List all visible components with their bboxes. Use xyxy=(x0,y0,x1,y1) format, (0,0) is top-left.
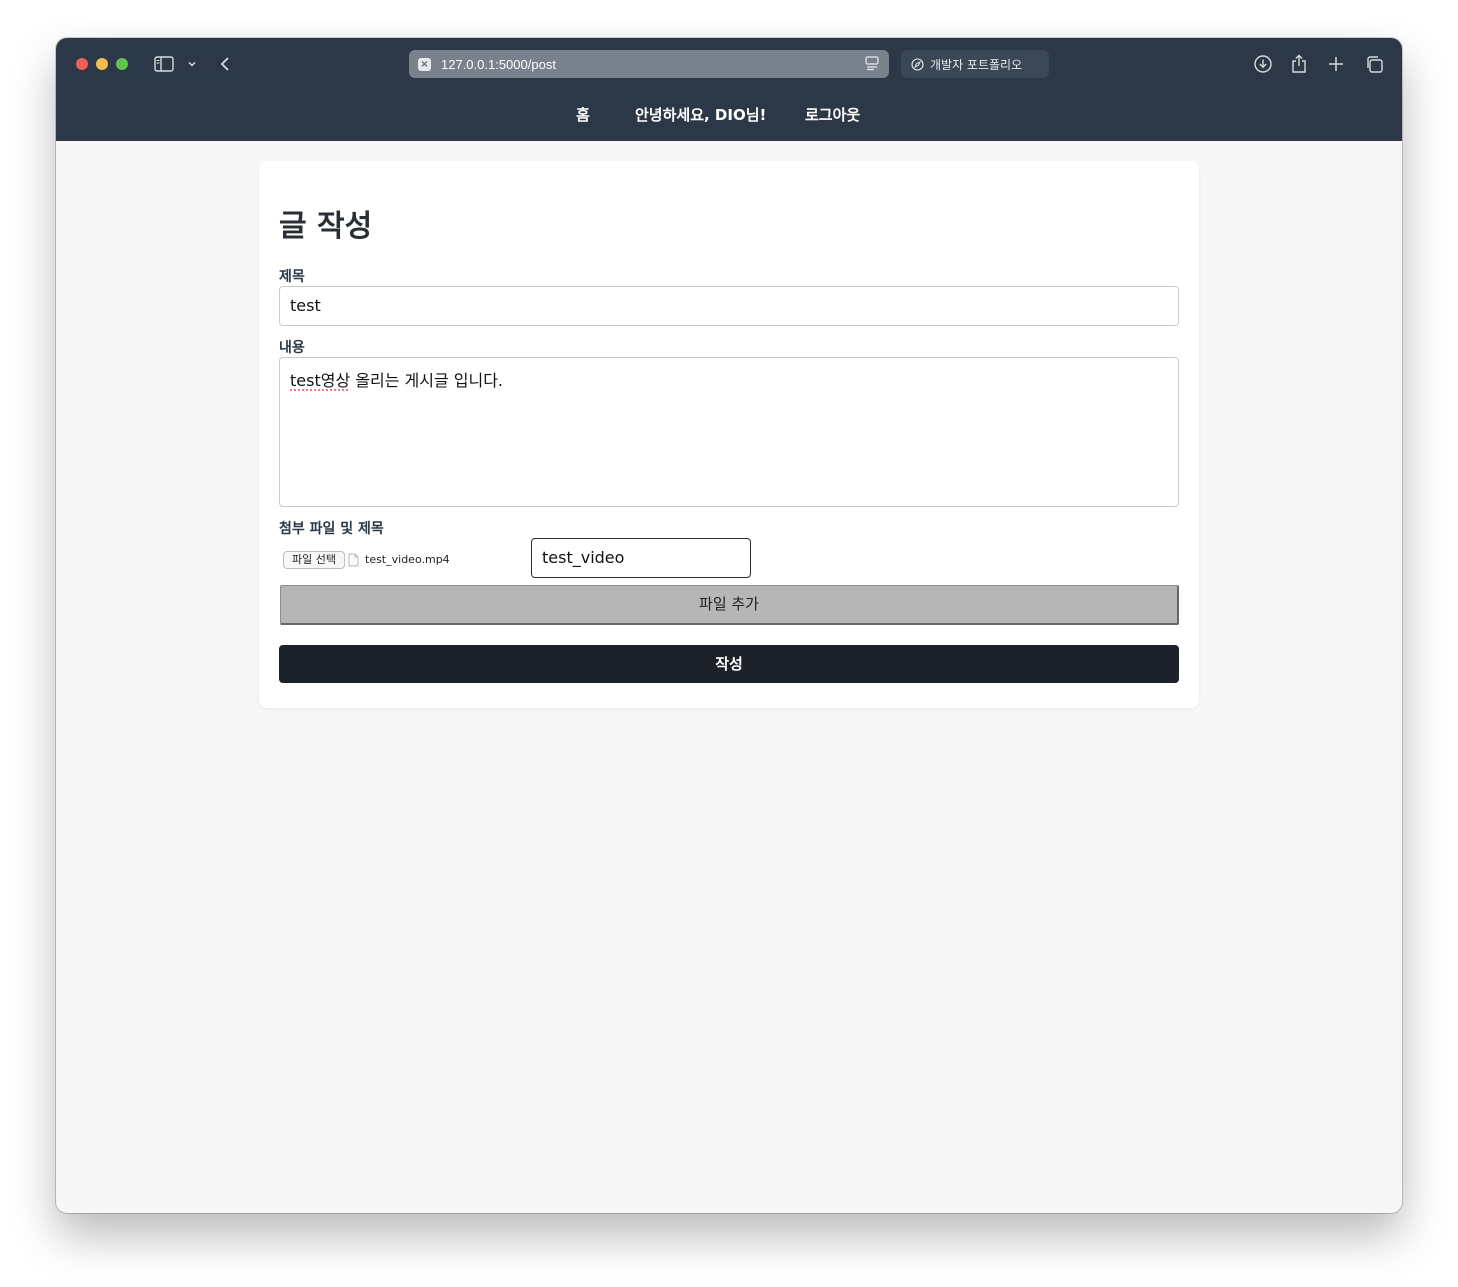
content-text: 올리는 게시글 입니다. xyxy=(350,371,503,390)
new-tab-icon[interactable] xyxy=(1326,52,1346,76)
subject-input[interactable]: test xyxy=(279,286,1179,326)
add-file-button[interactable]: 파일 추가 xyxy=(280,585,1179,625)
content-misspelled-text: test영상 xyxy=(290,371,351,390)
tab-title: 개발자 포트폴리오 xyxy=(930,57,1023,72)
site-favicon-icon: × xyxy=(418,57,431,71)
page-title: 글 작성 xyxy=(279,209,373,244)
tab-portfolio[interactable]: 개발자 포트폴리오 xyxy=(901,50,1049,78)
url-text: 127.0.0.1:5000/post xyxy=(441,56,556,72)
file-icon xyxy=(348,552,359,571)
selected-file-name: test_video.mp4 xyxy=(365,553,450,566)
reader-icon[interactable] xyxy=(865,56,879,75)
browser-window: × 127.0.0.1:5000/post 개발자 포트폴리오 홈 안녕하세요,… xyxy=(56,38,1402,1213)
content-textarea[interactable]: test영상 올리는 게시글 입니다. xyxy=(279,357,1179,507)
address-bar[interactable]: × 127.0.0.1:5000/post xyxy=(409,50,889,78)
nav-home-link[interactable]: 홈 xyxy=(576,104,590,125)
attachment-label: 첨부 파일 및 제목 xyxy=(279,521,384,537)
browser-toolbar: × 127.0.0.1:5000/post 개발자 포트폴리오 홈 안녕하세요,… xyxy=(56,38,1402,141)
subject-label: 제목 xyxy=(279,269,305,285)
nav-logout-link[interactable]: 로그아웃 xyxy=(805,104,860,125)
close-window-button[interactable] xyxy=(76,58,88,70)
tabs-overview-icon[interactable] xyxy=(1363,52,1385,76)
share-icon[interactable] xyxy=(1289,52,1309,76)
back-icon[interactable] xyxy=(218,52,232,76)
site-nav: 홈 안녕하세요, DIO님! 로그아웃 xyxy=(56,104,1402,128)
submit-button[interactable]: 작성 xyxy=(279,645,1179,683)
chevron-down-icon[interactable] xyxy=(186,52,198,76)
post-form-card: 글 작성 제목 test 내용 test영상 올리는 게시글 입니다. 첨부 파… xyxy=(259,161,1199,708)
compass-icon xyxy=(911,57,924,71)
nav-greeting: 안녕하세요, DIO님! xyxy=(635,106,767,124)
file-title-input[interactable]: test_video xyxy=(531,538,751,578)
minimize-window-button[interactable] xyxy=(96,58,108,70)
download-icon[interactable] xyxy=(1252,52,1274,76)
content-label: 내용 xyxy=(279,340,305,356)
zoom-window-button[interactable] xyxy=(116,58,128,70)
choose-file-button[interactable]: 파일 선택 xyxy=(283,551,345,569)
sidebar-icon[interactable] xyxy=(153,52,175,76)
